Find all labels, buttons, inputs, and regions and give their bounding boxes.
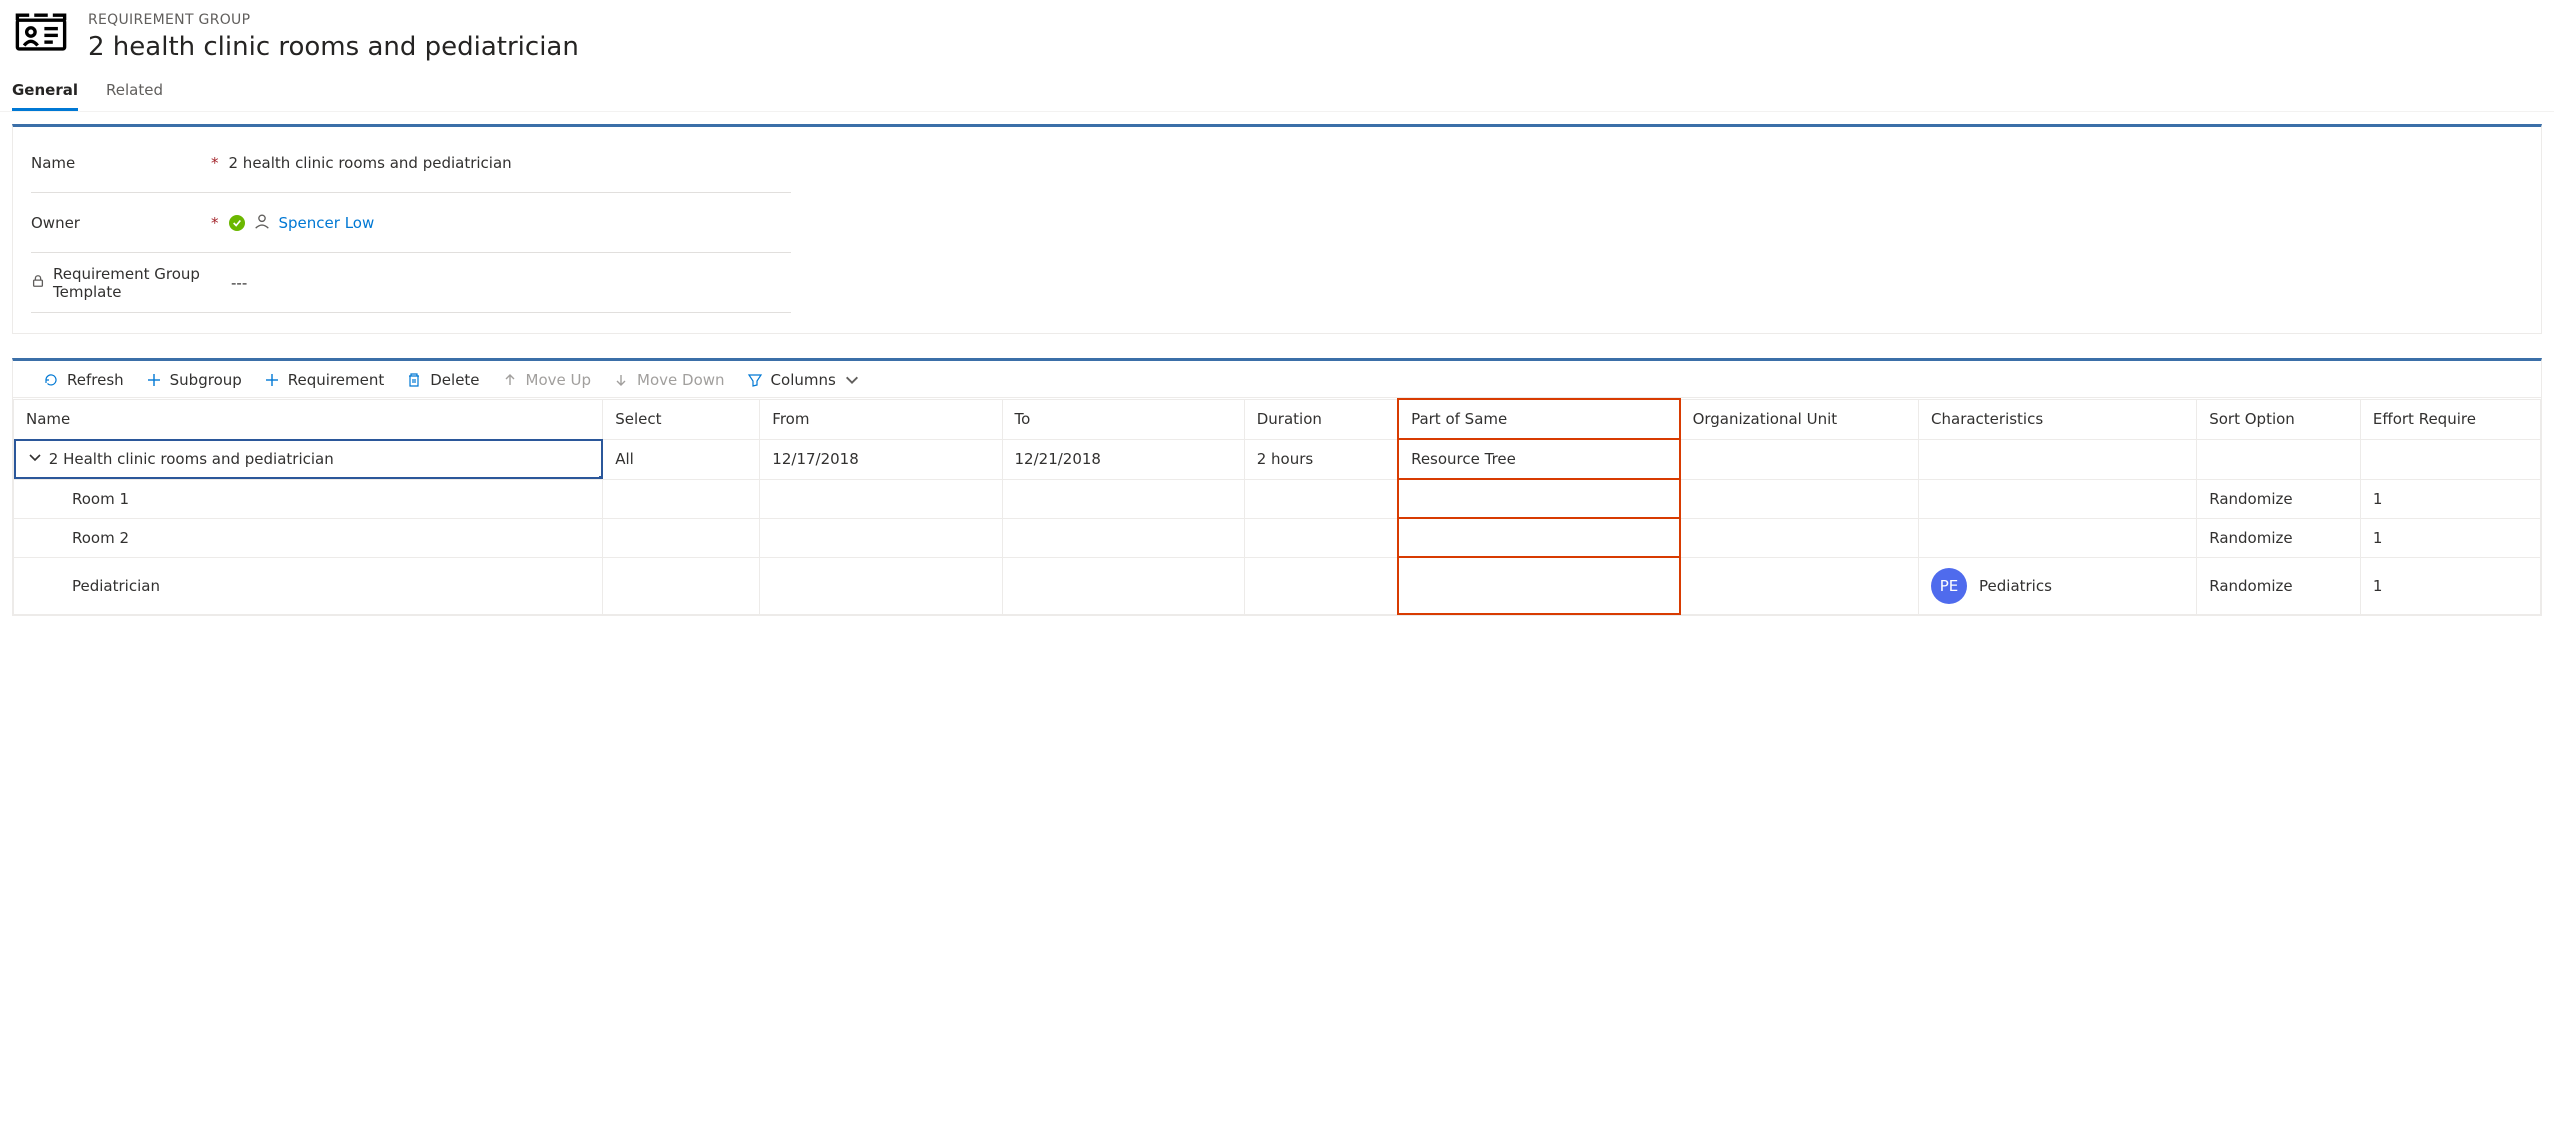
expand-toggle-icon[interactable]: [26, 450, 44, 468]
form-row-template: Requirement Group Template ---: [31, 253, 791, 313]
cell-effort[interactable]: 1: [2360, 518, 2540, 557]
requirement-button-label: Requirement: [288, 371, 384, 389]
move-down-button-label: Move Down: [637, 371, 725, 389]
cell-sort-option[interactable]: Randomize: [2197, 518, 2361, 557]
cell-to[interactable]: [1002, 557, 1244, 614]
name-field-value[interactable]: 2 health clinic rooms and pediatrician: [229, 154, 512, 172]
grid-toolbar: Refresh Subgroup Requirement Delete Move…: [13, 361, 2541, 397]
cell-duration[interactable]: [1244, 479, 1398, 518]
subgroup-button[interactable]: Subgroup: [146, 371, 242, 389]
cell-from[interactable]: [760, 518, 1002, 557]
cell-org-unit[interactable]: [1680, 557, 1919, 614]
cell-from[interactable]: [760, 557, 1002, 614]
cell-effort[interactable]: 1: [2360, 479, 2540, 518]
cell-characteristics[interactable]: [1919, 439, 2197, 479]
cell-name: Room 2: [72, 529, 129, 547]
delete-button-label: Delete: [430, 371, 479, 389]
column-header-org-unit[interactable]: Organizational Unit: [1680, 399, 1919, 439]
cell-name: Pediatrician: [72, 577, 160, 595]
tab-related[interactable]: Related: [106, 72, 163, 111]
chevron-down-icon: [844, 372, 860, 388]
cell-characteristics[interactable]: [1919, 518, 2197, 557]
cell-from[interactable]: [760, 479, 1002, 518]
lock-icon: [31, 274, 45, 292]
cell-org-unit[interactable]: [1680, 518, 1919, 557]
refresh-button-label: Refresh: [67, 371, 124, 389]
avatar: PE: [1931, 568, 1967, 604]
entity-type-label: REQUIREMENT GROUP: [88, 12, 579, 28]
page-title: 2 health clinic rooms and pediatrician: [88, 32, 579, 62]
table-row[interactable]: Room 1 Randomize 1: [14, 479, 2541, 518]
cell-to[interactable]: [1002, 518, 1244, 557]
form-section: Name * 2 health clinic rooms and pediatr…: [0, 112, 2554, 346]
column-header-name[interactable]: Name: [14, 399, 603, 439]
cell-duration[interactable]: [1244, 518, 1398, 557]
cell-from[interactable]: 12/17/2018: [760, 439, 1002, 479]
column-header-to[interactable]: To: [1002, 399, 1244, 439]
owner-field-label: Owner: [31, 214, 80, 232]
requirements-grid[interactable]: Name Select From To Duration Part of Sam…: [13, 397, 2541, 615]
table-row[interactable]: 2 Health clinic rooms and pediatrician A…: [14, 439, 2541, 479]
cell-sort-option[interactable]: Randomize: [2197, 479, 2361, 518]
template-field-value: ---: [231, 274, 247, 292]
table-row[interactable]: Pediatrician PE Pediatrics Randomize 1: [14, 557, 2541, 614]
cell-sort-option[interactable]: [2197, 439, 2361, 479]
cell-select[interactable]: [603, 518, 760, 557]
columns-button-label: Columns: [771, 371, 836, 389]
cell-org-unit[interactable]: [1680, 479, 1919, 518]
cell-to[interactable]: 12/21/2018: [1002, 439, 1244, 479]
cell-effort[interactable]: 1: [2360, 557, 2540, 614]
cell-duration[interactable]: 2 hours: [1244, 439, 1398, 479]
requirements-grid-section: Refresh Subgroup Requirement Delete Move…: [12, 358, 2542, 616]
template-field-label: Requirement Group Template: [53, 265, 211, 301]
form-panel: Name * 2 health clinic rooms and pediatr…: [12, 124, 2542, 334]
column-header-duration[interactable]: Duration: [1244, 399, 1398, 439]
cell-characteristics[interactable]: PE Pediatrics: [1919, 557, 2197, 614]
page-header: REQUIREMENT GROUP 2 health clinic rooms …: [0, 0, 2554, 72]
column-header-effort[interactable]: Effort Require: [2360, 399, 2540, 439]
cell-name: 2 Health clinic rooms and pediatrician: [49, 450, 334, 468]
tab-general[interactable]: General: [12, 72, 78, 111]
required-indicator-icon: *: [211, 154, 219, 172]
move-up-button: Move Up: [502, 371, 592, 389]
form-row-name: Name * 2 health clinic rooms and pediatr…: [31, 133, 791, 193]
column-header-from[interactable]: From: [760, 399, 1002, 439]
move-up-button-label: Move Up: [526, 371, 592, 389]
column-header-sort-option[interactable]: Sort Option: [2197, 399, 2361, 439]
cell-part-of-same[interactable]: Resource Tree: [1398, 439, 1680, 479]
form-row-owner: Owner * Spencer Low: [31, 193, 791, 253]
person-icon: [253, 212, 271, 234]
cell-select[interactable]: [603, 479, 760, 518]
presence-available-icon: [229, 215, 245, 231]
table-row[interactable]: Room 2 Randomize 1: [14, 518, 2541, 557]
cell-org-unit[interactable]: [1680, 439, 1919, 479]
cell-select[interactable]: [603, 557, 760, 614]
cell-part-of-same[interactable]: [1398, 518, 1680, 557]
cell-to[interactable]: [1002, 479, 1244, 518]
cell-characteristics[interactable]: [1919, 479, 2197, 518]
column-header-select[interactable]: Select: [603, 399, 760, 439]
requirement-group-entity-icon: [14, 10, 68, 58]
owner-lookup-link[interactable]: Spencer Low: [279, 214, 375, 232]
columns-button[interactable]: Columns: [747, 371, 860, 389]
delete-button[interactable]: Delete: [406, 371, 479, 389]
name-field-label: Name: [31, 154, 75, 172]
subgroup-button-label: Subgroup: [170, 371, 242, 389]
cell-effort[interactable]: [2360, 439, 2540, 479]
cell-part-of-same[interactable]: [1398, 557, 1680, 614]
tabs-bar: General Related: [0, 72, 2554, 112]
cell-part-of-same[interactable]: [1398, 479, 1680, 518]
column-header-characteristics[interactable]: Characteristics: [1919, 399, 2197, 439]
required-indicator-icon: *: [211, 214, 219, 232]
cell-sort-option[interactable]: Randomize: [2197, 557, 2361, 614]
cell-duration[interactable]: [1244, 557, 1398, 614]
cell-name: Room 1: [72, 490, 129, 508]
requirement-button[interactable]: Requirement: [264, 371, 384, 389]
column-header-part-of-same[interactable]: Part of Same: [1398, 399, 1680, 439]
characteristic-label: Pediatrics: [1979, 577, 2052, 595]
cell-select[interactable]: All: [603, 439, 760, 479]
move-down-button: Move Down: [613, 371, 725, 389]
refresh-button[interactable]: Refresh: [43, 371, 124, 389]
